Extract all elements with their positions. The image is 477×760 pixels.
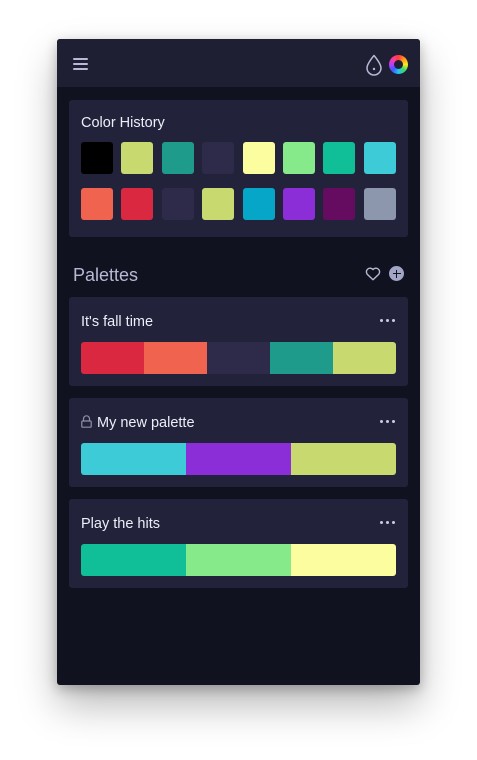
- color-swatch[interactable]: [202, 188, 235, 220]
- color-history-card: Color History: [69, 100, 408, 237]
- palette-color-segment[interactable]: [81, 443, 186, 475]
- palette-color-segment[interactable]: [186, 443, 291, 475]
- color-swatch[interactable]: [202, 142, 235, 174]
- heart-icon[interactable]: [365, 267, 381, 281]
- palette-name: My new palette: [97, 415, 195, 431]
- palette-color-strip[interactable]: [81, 443, 396, 475]
- color-wheel-icon[interactable]: [389, 55, 408, 74]
- color-swatch[interactable]: [81, 142, 113, 174]
- palette-color-segment[interactable]: [333, 342, 396, 374]
- palette-color-segment[interactable]: [81, 544, 186, 576]
- palette-color-segment[interactable]: [186, 544, 291, 576]
- color-swatch[interactable]: [323, 188, 356, 220]
- color-swatch[interactable]: [283, 188, 315, 220]
- more-dots-icon[interactable]: [380, 521, 396, 525]
- palettes-heading: Palettes: [73, 265, 139, 285]
- palette-name: It's fall time: [81, 314, 154, 330]
- color-swatch[interactable]: [363, 188, 396, 220]
- palette-card[interactable]: Play the hits: [69, 499, 408, 588]
- palette-name: Play the hits: [81, 516, 160, 532]
- palette-color-strip[interactable]: [81, 342, 396, 374]
- app-window: Color History Palettes It's fall time My …: [57, 39, 420, 685]
- color-swatch[interactable]: [161, 142, 194, 174]
- palette-color-strip[interactable]: [81, 544, 396, 576]
- more-dots-icon[interactable]: [380, 319, 396, 323]
- palette-color-segment[interactable]: [207, 342, 270, 374]
- lock-icon[interactable]: [81, 415, 92, 428]
- color-swatch[interactable]: [242, 188, 275, 220]
- palette-card[interactable]: My new palette: [69, 398, 408, 487]
- color-swatch[interactable]: [323, 142, 356, 174]
- palette-card[interactable]: It's fall time: [69, 297, 408, 386]
- color-swatch[interactable]: [242, 142, 275, 174]
- color-history-title: Color History: [81, 115, 165, 131]
- color-swatch[interactable]: [363, 142, 396, 174]
- more-dots-icon[interactable]: [380, 420, 396, 424]
- palette-color-segment[interactable]: [81, 342, 144, 374]
- top-bar: [57, 39, 420, 87]
- color-swatch[interactable]: [121, 142, 154, 174]
- palette-color-segment[interactable]: [144, 342, 207, 374]
- drop-icon[interactable]: [365, 54, 383, 76]
- color-swatch[interactable]: [121, 188, 154, 220]
- palette-color-segment[interactable]: [270, 342, 333, 374]
- palette-color-segment[interactable]: [291, 544, 396, 576]
- color-swatch[interactable]: [283, 142, 315, 174]
- add-palette-icon[interactable]: [389, 266, 404, 281]
- hamburger-menu-icon[interactable]: [73, 58, 88, 70]
- palette-color-segment[interactable]: [291, 443, 396, 475]
- color-swatch[interactable]: [81, 188, 113, 220]
- color-swatch[interactable]: [161, 188, 194, 220]
